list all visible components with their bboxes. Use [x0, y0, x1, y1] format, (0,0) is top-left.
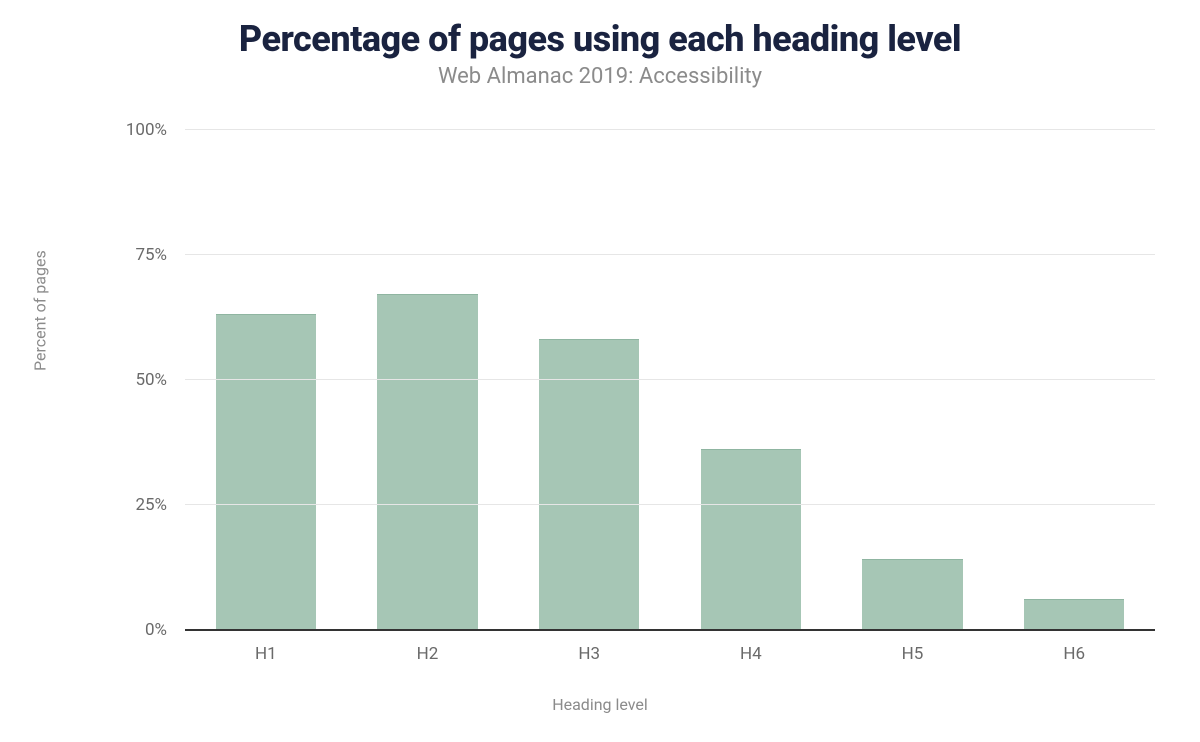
- grid-line: [185, 254, 1155, 255]
- y-axis-title: Percent of pages: [31, 250, 50, 371]
- chart-title: Percentage of pages using each heading l…: [0, 18, 1200, 60]
- x-axis-title: Heading level: [0, 695, 1200, 714]
- chart-subtitle: Web Almanac 2019: Accessibility: [0, 64, 1200, 89]
- bar: [701, 449, 801, 630]
- bar: [539, 339, 639, 630]
- plot-area: 0%25%50%75%100%H1H2H3H4H5H6: [185, 130, 1155, 630]
- x-tick-label: H5: [902, 644, 924, 664]
- y-tick-label: 75%: [135, 245, 167, 265]
- x-tick-label: H4: [740, 644, 762, 664]
- x-axis-baseline: [185, 629, 1155, 631]
- bar: [377, 294, 477, 630]
- bars-group: [185, 130, 1155, 630]
- y-tick-label: 50%: [135, 370, 167, 390]
- bar: [216, 314, 316, 630]
- grid-line: [185, 379, 1155, 380]
- bar: [1024, 599, 1124, 630]
- y-tick-label: 25%: [135, 495, 167, 515]
- grid-line: [185, 129, 1155, 130]
- chart-container: Percentage of pages using each heading l…: [0, 0, 1200, 742]
- y-tick-label: 0%: [145, 620, 167, 640]
- y-tick-label: 100%: [126, 120, 167, 140]
- x-tick-label: H1: [255, 644, 277, 664]
- bar: [862, 559, 962, 630]
- x-tick-label: H3: [578, 644, 600, 664]
- x-tick-label: H6: [1063, 644, 1085, 664]
- grid-line: [185, 504, 1155, 505]
- x-tick-label: H2: [417, 644, 439, 664]
